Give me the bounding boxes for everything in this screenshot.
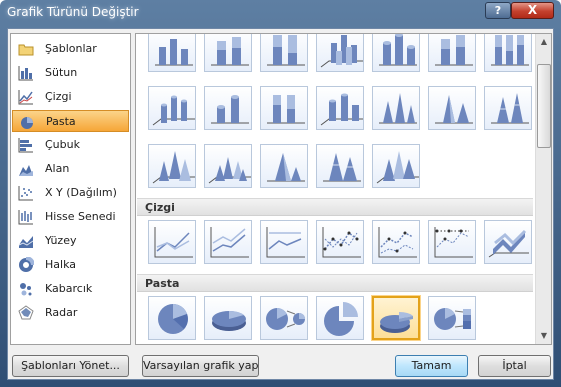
chart-option-line[interactable] (148, 220, 196, 264)
chart-option-pyramid-clustered[interactable] (428, 86, 476, 130)
section-header-pie: Pasta (137, 274, 533, 292)
chart-option-pie-3d[interactable] (204, 296, 252, 340)
chart-option-cylinder-clustered[interactable] (372, 34, 420, 72)
chart-option-cone-stacked[interactable] (260, 86, 308, 130)
chart-option-cone-clustered[interactable] (204, 86, 252, 130)
dialog-body: Şablonlar Sütun Çizgi Pasta Çubuk Alan X… (7, 28, 554, 380)
category-templates[interactable]: Şablonlar (12, 38, 129, 60)
stock-chart-icon (18, 209, 34, 225)
surface-chart-icon (18, 233, 34, 249)
category-label: Çubuk (45, 138, 80, 151)
close-button[interactable]: X (511, 2, 554, 19)
category-pie[interactable]: Pasta (12, 110, 129, 132)
category-label: Yüzey (45, 234, 77, 247)
chart-option-bar-of-pie[interactable] (428, 296, 476, 340)
category-label: Kabarcık (45, 282, 93, 295)
chart-option-column-3d[interactable] (316, 34, 364, 72)
category-label: X Y (Dağılım) (45, 186, 117, 199)
bar-chart-icon (18, 137, 34, 153)
category-stock[interactable]: Hisse Senedi (12, 206, 129, 228)
category-label: Çizgi (45, 90, 72, 103)
chart-gallery: Çizgi Pasta ▲ ▼ (135, 33, 552, 345)
chart-option-stacked-column-3d[interactable] (204, 34, 252, 72)
scrollbar-thumb[interactable] (537, 64, 551, 148)
chart-option-cylinder-stacked[interactable] (428, 34, 476, 72)
chart-option-cylinder-3d[interactable] (148, 86, 196, 130)
chart-option-pyramid-stacked-3d[interactable] (316, 144, 364, 188)
help-button[interactable]: ? (485, 2, 511, 19)
dialog-window: Grafik Türünü Değiştir ? X Şablonlar Süt… (0, 0, 561, 387)
gallery-scrollbar[interactable]: ▲ ▼ (535, 34, 551, 344)
category-label: Hisse Senedi (45, 210, 116, 223)
area-chart-icon (18, 161, 34, 177)
category-label: Halka (45, 258, 76, 271)
line-chart-icon (18, 89, 34, 105)
scatter-chart-icon (18, 185, 34, 201)
category-label: Sütun (45, 66, 78, 79)
chart-option-pyramid-3d[interactable] (204, 144, 252, 188)
category-label: Alan (45, 162, 70, 175)
chart-option-line-markers[interactable] (316, 220, 364, 264)
chart-option-pyramid-100-stacked[interactable] (148, 144, 196, 188)
dialog-title: Grafik Türünü Değiştir (7, 5, 139, 19)
doughnut-chart-icon (18, 256, 35, 273)
radar-chart-icon (18, 305, 34, 321)
chart-option-pyramid-column-3d[interactable] (372, 144, 420, 188)
category-label: Radar (45, 306, 78, 319)
category-label: Pasta (46, 115, 76, 128)
section-title: Pasta (145, 277, 180, 290)
chart-option-line-3d[interactable] (484, 220, 532, 264)
category-line[interactable]: Çizgi (12, 86, 129, 108)
chart-option-cylinder-100-stacked[interactable] (484, 34, 532, 72)
manage-templates-button[interactable]: Şablonları Yönet... (12, 355, 129, 377)
chart-category-list: Şablonlar Sütun Çizgi Pasta Çubuk Alan X… (10, 33, 131, 345)
category-bubble[interactable]: Kabarcık (12, 278, 129, 300)
category-label: Şablonlar (45, 42, 97, 55)
category-doughnut[interactable]: Halka (12, 254, 129, 276)
chart-option-pyramid-clustered-3d[interactable] (260, 144, 308, 188)
bubble-chart-icon (18, 281, 34, 297)
category-radar[interactable]: Radar (12, 302, 129, 324)
chart-option-100-stacked-line-markers[interactable] (428, 220, 476, 264)
chart-option-exploded-pie[interactable] (316, 296, 364, 340)
category-column[interactable]: Sütun (12, 62, 129, 84)
column-chart-icon (18, 65, 34, 81)
category-bar[interactable]: Çubuk (12, 134, 129, 156)
chart-option-100-stacked-column-3d[interactable] (260, 34, 308, 72)
chart-option-cone-3d[interactable] (372, 86, 420, 130)
category-area[interactable]: Alan (12, 158, 129, 180)
category-surface[interactable]: Yüzey (12, 230, 129, 252)
scroll-down-arrow-icon[interactable]: ▼ (536, 328, 551, 344)
chart-option-cone-100-stacked[interactable] (316, 86, 364, 130)
chart-gallery-grid: Çizgi Pasta (136, 34, 534, 344)
chart-option-stacked-line-markers[interactable] (372, 220, 420, 264)
cancel-button[interactable]: İptal (478, 355, 551, 377)
chart-option-pie[interactable] (148, 296, 196, 340)
section-title: Çizgi (145, 201, 175, 214)
chart-option-stacked-line[interactable] (204, 220, 252, 264)
folder-icon (18, 41, 34, 57)
chart-option-pie-of-pie[interactable] (260, 296, 308, 340)
chart-option-pyramid-stacked[interactable] (484, 86, 532, 130)
title-bar[interactable]: Grafik Türünü Değiştir ? X (0, 0, 561, 24)
section-header-line: Çizgi (137, 198, 533, 216)
chart-option-100-stacked-line[interactable] (260, 220, 308, 264)
pie-chart-icon (19, 114, 35, 130)
set-default-chart-button[interactable]: Varsayılan grafik yap (142, 355, 259, 377)
ok-button[interactable]: Tamam (395, 355, 468, 377)
chart-option-exploded-pie-3d[interactable] (372, 296, 420, 340)
scroll-up-arrow-icon[interactable]: ▲ (536, 34, 551, 50)
chart-option-clustered-column-3d[interactable] (148, 34, 196, 72)
category-scatter[interactable]: X Y (Dağılım) (12, 182, 129, 204)
